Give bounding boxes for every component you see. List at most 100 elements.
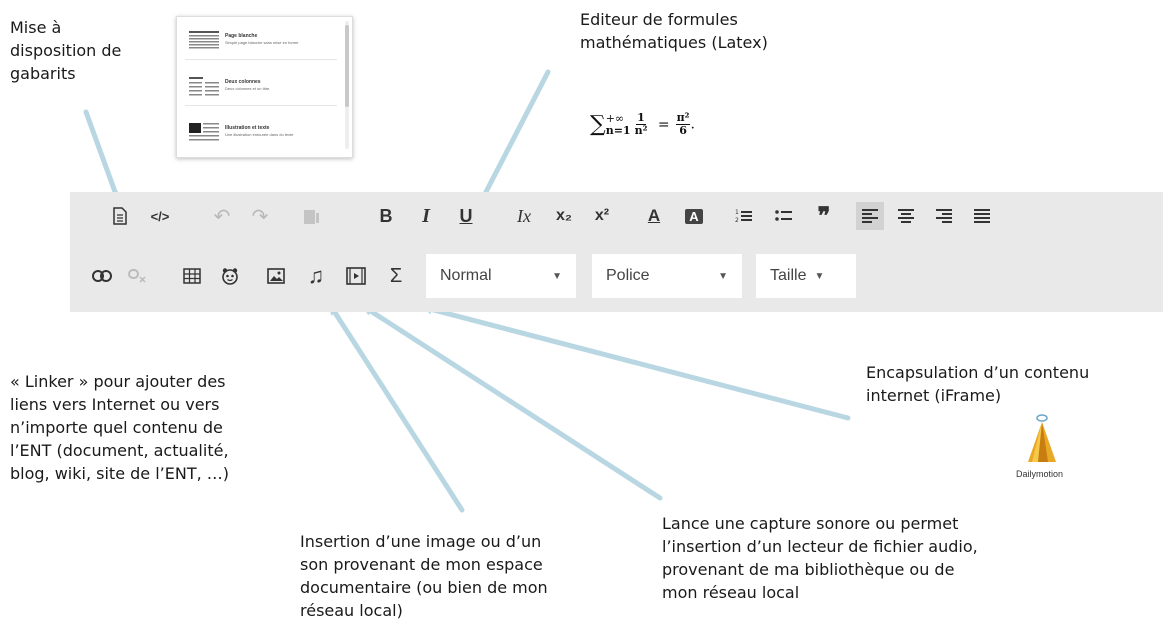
redo-button[interactable]: ↷ — [246, 202, 274, 230]
superscript-icon: x² — [594, 207, 610, 224]
format-select-value: Normal — [440, 267, 492, 284]
svg-text:2: 2 — [735, 217, 739, 224]
numbered-list-icon: 12 — [735, 209, 752, 224]
iframe-icon — [346, 267, 366, 285]
callout-arrows — [83, 69, 851, 513]
image-icon — [267, 268, 285, 284]
template-title: Page blanche — [225, 33, 258, 39]
undo-icon: ↶ — [213, 205, 231, 228]
template-blank-thumbnail — [189, 31, 219, 49]
bold-button[interactable]: B — [372, 202, 400, 230]
background-color-button[interactable]: A — [680, 202, 708, 230]
template-description: Simple page blanche sans mise en forme — [225, 40, 299, 45]
subscript-button[interactable]: x₂ — [550, 202, 578, 230]
annotation-image-insert: Insertion d’une image ou d’un son proven… — [300, 532, 548, 620]
paste-button[interactable] — [298, 202, 326, 230]
subscript-icon: x₂ — [555, 207, 572, 224]
audio-button[interactable]: ♫ — [302, 262, 330, 290]
blockquote-icon: ❞ — [817, 202, 831, 230]
font-select[interactable]: Police ▼ — [592, 254, 742, 298]
chevron-down-icon: ▼ — [718, 270, 728, 282]
paste-icon — [304, 210, 319, 224]
undo-button[interactable]: ↶ — [208, 202, 236, 230]
italic-icon: I — [422, 204, 430, 227]
template-two-columns-thumbnail — [189, 77, 219, 96]
template-description: Deux colonnes et un titre. — [225, 86, 271, 91]
formula-icon: Σ — [389, 264, 403, 287]
redo-icon: ↷ — [251, 205, 269, 228]
template-title: Illustration et texte — [225, 125, 270, 131]
table-button[interactable] — [178, 262, 206, 290]
text-color-button[interactable]: A — [640, 202, 668, 230]
annotation-iframe: Encapsulation d’un contenu internet (iFr… — [866, 363, 1090, 405]
audio-icon: ♫ — [307, 263, 325, 288]
source-icon: </> — [150, 208, 170, 224]
unlink-button[interactable] — [124, 262, 152, 290]
annotation-formula-editor: Editeur de formules mathématiques (Latex… — [580, 10, 768, 52]
text-color-icon: A — [647, 206, 661, 225]
arrow-image — [329, 304, 465, 513]
annotation-templates: Mise à disposition de gabarits — [10, 18, 122, 83]
sum-upper-bound: +∞ — [605, 111, 625, 125]
formula-period: . — [690, 116, 695, 133]
template-description: Une illustration entourée dans du texte — [225, 132, 294, 137]
image-button[interactable] — [262, 262, 290, 290]
align-right-button[interactable] — [930, 202, 958, 230]
justify-button[interactable] — [968, 202, 996, 230]
svg-text:1: 1 — [735, 209, 739, 216]
align-left-button[interactable] — [856, 202, 884, 230]
arrow-audio — [362, 305, 663, 501]
template-preview: Page blanche Simple page blanche sans mi… — [176, 16, 353, 158]
justify-icon — [974, 209, 990, 223]
templates-icon — [113, 207, 127, 225]
sum-symbol: ∑ — [590, 112, 606, 137]
chevron-down-icon: ▼ — [552, 270, 562, 282]
templates-button[interactable] — [106, 202, 134, 230]
chevron-down-icon: ▼ — [814, 270, 825, 282]
sum-lower-bound: n=1 — [605, 123, 631, 137]
formula-example: ∑ +∞ n=1 1 n² = π² 6. — [590, 111, 695, 138]
remove-format-icon: Ix — [517, 205, 531, 226]
font-select-value: Police — [606, 267, 650, 284]
dailymotion-label: Dailymotion — [1016, 469, 1064, 479]
align-left-icon — [862, 209, 878, 223]
rhs-denominator: 6 — [679, 124, 687, 137]
bold-icon: B — [379, 205, 393, 226]
template-scrollbar-thumb[interactable] — [345, 25, 349, 107]
italic-button[interactable]: I — [412, 202, 440, 230]
underline-button[interactable]: U — [452, 202, 480, 230]
background-color-icon: A — [685, 208, 703, 224]
table-icon — [183, 268, 201, 284]
align-center-icon — [898, 209, 914, 223]
link-icon — [92, 270, 112, 282]
template-illustration-thumbnail — [189, 123, 219, 141]
align-center-button[interactable] — [892, 202, 920, 230]
underline-icon: U — [459, 205, 473, 226]
size-select-value: Taille — [770, 267, 807, 284]
annotation-linker: « Linker » pour ajouter des liens vers I… — [10, 372, 229, 483]
template-item[interactable]: Deux colonnes Deux colonnes et un titre. — [185, 67, 337, 106]
align-right-icon — [936, 209, 952, 223]
template-item[interactable]: Page blanche Simple page blanche sans mi… — [185, 21, 337, 60]
fraction-denominator: n² — [634, 124, 648, 137]
iframe-button[interactable] — [342, 262, 370, 290]
remove-format-button[interactable]: Ix — [510, 202, 538, 230]
format-select[interactable]: Normal ▼ — [426, 254, 576, 298]
emoticon-button[interactable] — [216, 262, 244, 290]
template-item[interactable]: Illustration et texte Une illustration e… — [185, 113, 337, 151]
bullet-list-button[interactable] — [770, 202, 798, 230]
formula-button[interactable]: Σ — [382, 262, 410, 290]
bullet-list-icon — [775, 210, 792, 221]
unlink-icon — [128, 269, 146, 283]
equals-sign: = — [657, 116, 670, 133]
source-button[interactable]: </> — [146, 202, 174, 230]
blockquote-button[interactable]: ❞ — [810, 202, 838, 230]
numbered-list-button[interactable]: 12 — [730, 202, 758, 230]
annotation-audio: Lance une capture sonore ou permet l’ins… — [662, 514, 978, 602]
template-title: Deux colonnes — [225, 79, 261, 85]
link-button[interactable] — [88, 262, 116, 290]
arrow-iframe — [422, 304, 851, 421]
superscript-button[interactable]: x² — [588, 202, 616, 230]
size-select[interactable]: Taille ▼ — [756, 254, 856, 298]
arrow-templates — [83, 109, 121, 204]
